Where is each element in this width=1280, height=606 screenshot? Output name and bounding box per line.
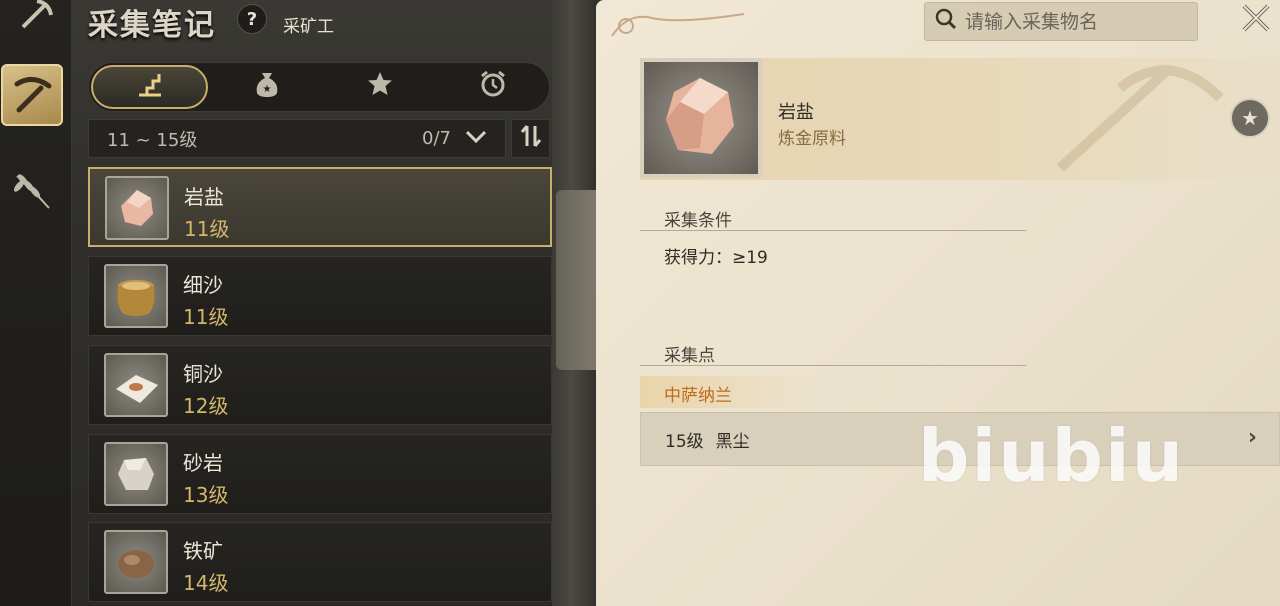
tab-timer[interactable] [436,63,549,111]
sort-button[interactable] [511,119,550,158]
sort-icon [519,123,543,155]
sandstone-icon [104,442,168,506]
spot-level: 15级 [665,431,704,452]
list-item[interactable]: 铁矿 14级 [88,522,552,602]
pickaxe-icon[interactable] [1,64,63,126]
star-icon [365,69,395,106]
spot-name: 黑尘 [715,431,750,452]
rock-salt-icon [105,176,169,240]
item-level: 14级 [183,571,229,595]
rock-salt-icon [640,58,762,178]
stairs-icon [135,69,165,106]
item-name: 细沙 [183,273,223,297]
star-icon: ★ [1241,106,1259,130]
book-bookmark [556,190,596,370]
level-filter-dropdown[interactable]: 11 ~ 15级 0/7 [88,119,506,158]
money-bag-icon: ★ [253,69,281,106]
divider [640,365,1026,366]
item-name: 岩盐 [184,185,224,209]
search-icon [935,8,957,35]
sand-bag-icon [104,264,168,328]
favorite-button[interactable]: ★ [1230,98,1270,138]
side-rail [0,0,72,606]
item-level: 11级 [183,305,229,329]
item-level: 13级 [183,483,229,507]
condition-title: 采集条件 [664,211,732,231]
iron-ore-icon [104,530,168,594]
list-item[interactable]: 细沙 11级 [88,256,552,336]
list-item[interactable]: 砂岩 13级 [88,434,552,514]
filter-range: 11 ~ 15级 [107,129,198,151]
copper-sand-icon [104,353,168,417]
spot-title: 采集点 [664,346,715,366]
item-name: 铜沙 [183,362,223,386]
category-tabs: ★ [88,62,550,112]
filter-count: 0/7 [422,128,451,149]
detail-name: 岩盐 [778,102,814,123]
item-level: 11级 [184,217,230,241]
profession-label: 采矿工 [283,17,334,37]
item-name: 铁矿 [183,539,223,563]
list-item[interactable]: 岩盐 11级 [88,167,552,247]
detail-type: 炼金原料 [778,129,846,149]
pickaxe-watermark-icon [1056,64,1224,172]
page-title: 采集笔记 [88,8,216,43]
chevron-down-icon [465,128,487,149]
ornament-icon [611,13,745,37]
item-name: 砂岩 [183,451,223,475]
alarm-clock-icon [478,69,508,106]
wheat-icon[interactable] [0,158,62,220]
list-item[interactable]: 铜沙 12级 [88,345,552,425]
region-label: 中萨纳兰 [640,376,810,408]
close-icon [1238,0,1274,40]
item-level: 12级 [183,394,229,418]
watermark-text: biubiu [918,414,1185,498]
condition-text: 获得力：≥19 [664,248,768,268]
svg-text:★: ★ [262,84,271,95]
pickaxe-hammer-icon[interactable] [4,0,66,48]
close-button[interactable] [1236,0,1276,40]
search-bar[interactable] [924,2,1198,41]
chevron-right-icon: › [1247,425,1257,450]
divider [640,230,1026,231]
search-input[interactable] [965,10,1185,33]
tab-level[interactable] [91,65,208,109]
tab-value[interactable]: ★ [210,63,323,111]
help-button[interactable]: ? [237,4,267,34]
tab-favorite[interactable] [323,63,436,111]
